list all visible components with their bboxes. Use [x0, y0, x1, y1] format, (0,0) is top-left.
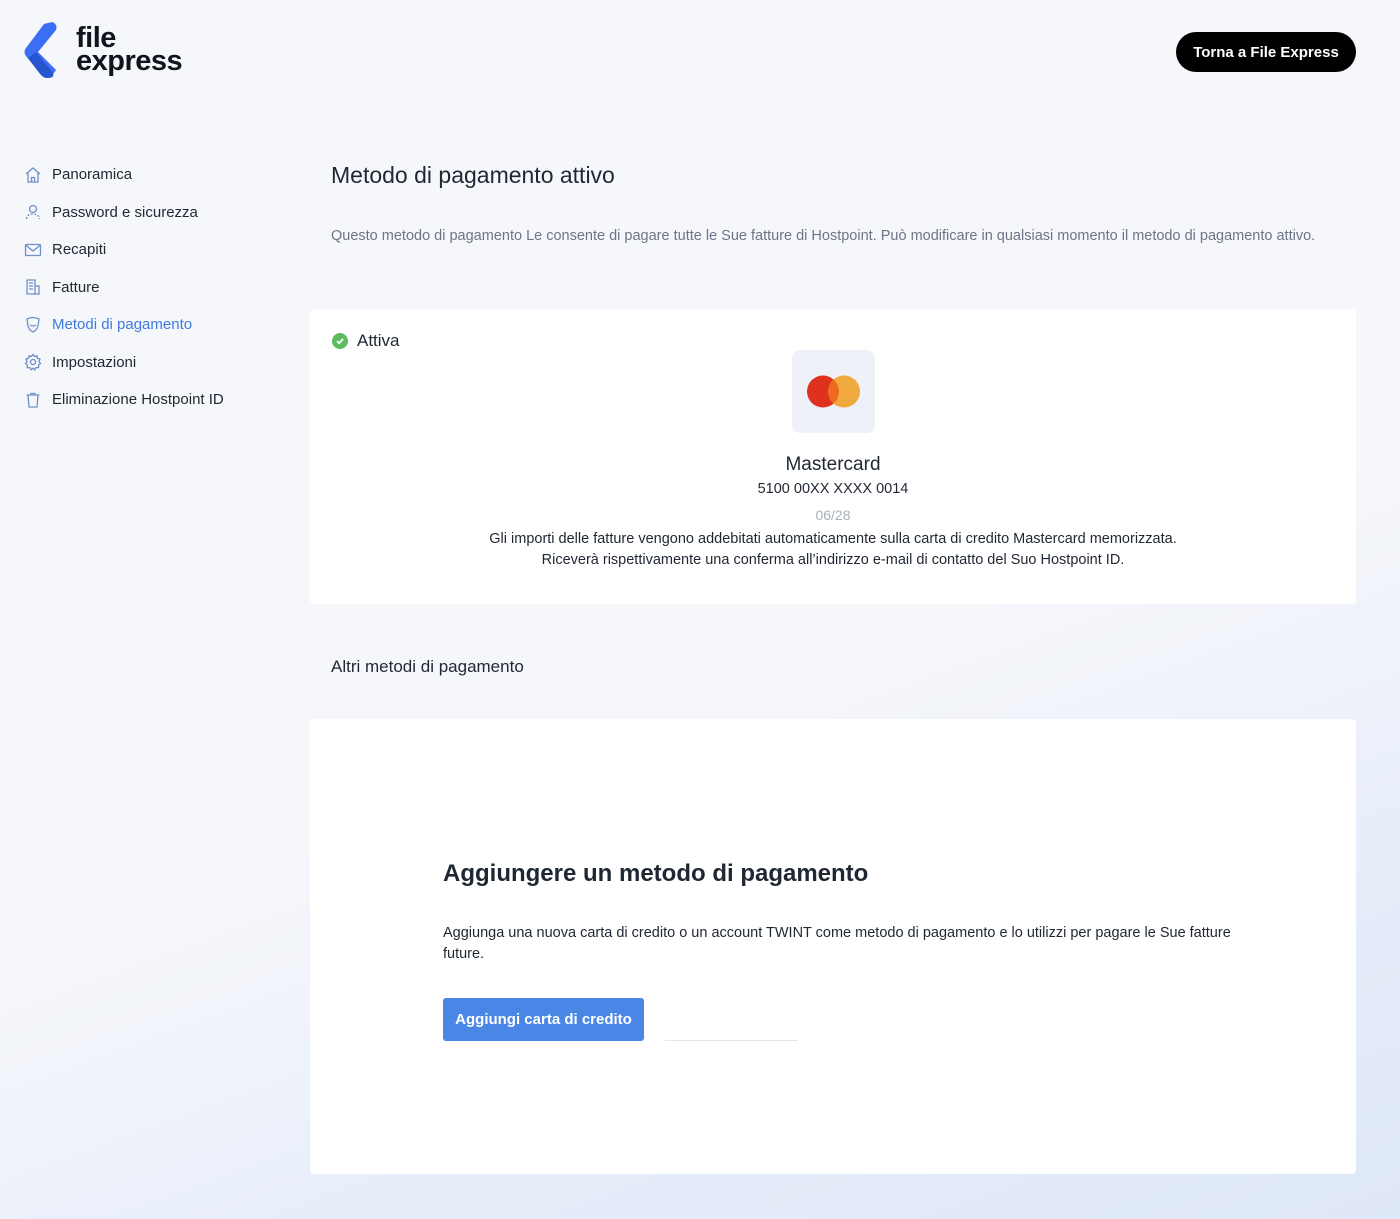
add-payment-title: Aggiungere un metodo di pagamento	[443, 860, 869, 887]
sidebar-item-fatture[interactable]: Fatture	[22, 269, 232, 307]
add-credit-card-button[interactable]: Aggiungi carta di credito	[443, 998, 644, 1041]
other-methods-title: Altri metodi di pagamento	[331, 657, 524, 676]
sidebar-item-password[interactable]: Password e sicurezza	[22, 194, 232, 232]
card-info-line-1: Gli importi delle fatture vengono addebi…	[489, 531, 1177, 547]
sidebar-item-recapiti[interactable]: Recapiti	[22, 231, 232, 269]
envelope-icon	[22, 239, 44, 261]
card-number: 5100 00XX XXXX 0014	[757, 481, 909, 497]
active-payment-card: Attiva Mastercard 5100 00XX XXXX 0014 06…	[310, 309, 1356, 604]
sidebar-item-label: Password e sicurezza	[52, 203, 198, 221]
sidebar-nav: Panoramica Password e sicurezza Recapiti…	[22, 156, 232, 419]
sidebar-item-metodi-di-pagamento[interactable]: Metodi di pagamento	[22, 306, 232, 344]
add-payment-card: Aggiungere un metodo di pagamento Aggiun…	[310, 719, 1356, 1174]
card-info: Gli importi delle fatture vengono addebi…	[310, 529, 1356, 571]
home-icon	[22, 164, 44, 186]
brand-logo[interactable]: file express	[22, 22, 183, 78]
trash-icon	[22, 389, 44, 411]
status-badge: Attiva	[332, 331, 400, 351]
sidebar-item-label: Eliminazione Hostpoint ID	[52, 391, 224, 409]
sidebar-item-eliminazione[interactable]: Eliminazione Hostpoint ID	[22, 381, 232, 419]
sidebar-item-label: Metodi di pagamento	[52, 316, 193, 334]
card-expiry: 06/28	[815, 507, 851, 523]
payment-icon	[22, 314, 44, 336]
status-label: Attiva	[357, 331, 400, 350]
page-title: Metodo di pagamento attivo	[331, 162, 615, 188]
add-payment-description: Aggiunga una nuova carta di credito o un…	[443, 925, 1231, 962]
page-intro: Questo metodo di pagamento Le consente d…	[331, 228, 1316, 244]
card-brand: Mastercard	[785, 454, 881, 475]
sidebar-item-panoramica[interactable]: Panoramica	[22, 156, 232, 194]
check-circle-icon	[332, 333, 348, 349]
back-to-file-express-button[interactable]: Torna a File Express	[1176, 32, 1356, 72]
sidebar-item-label: Impostazioni	[52, 353, 137, 371]
mastercard-logo-icon	[792, 350, 875, 433]
sidebar-item-label: Panoramica	[52, 166, 133, 184]
gear-icon	[22, 351, 44, 373]
card-info-line-2: Riceverà rispettivamente una conferma al…	[541, 552, 1125, 568]
user-icon	[22, 201, 44, 223]
twint-button-placeholder[interactable]	[665, 1040, 798, 1041]
sidebar-item-label: Fatture	[52, 278, 100, 296]
sidebar-item-impostazioni[interactable]: Impostazioni	[22, 344, 232, 382]
sidebar-item-label: Recapiti	[52, 241, 107, 259]
invoice-icon	[22, 276, 44, 298]
logo-line-2: express	[76, 45, 183, 77]
logo-mark-icon	[22, 22, 62, 78]
logo-wordmark: file express	[76, 24, 183, 77]
